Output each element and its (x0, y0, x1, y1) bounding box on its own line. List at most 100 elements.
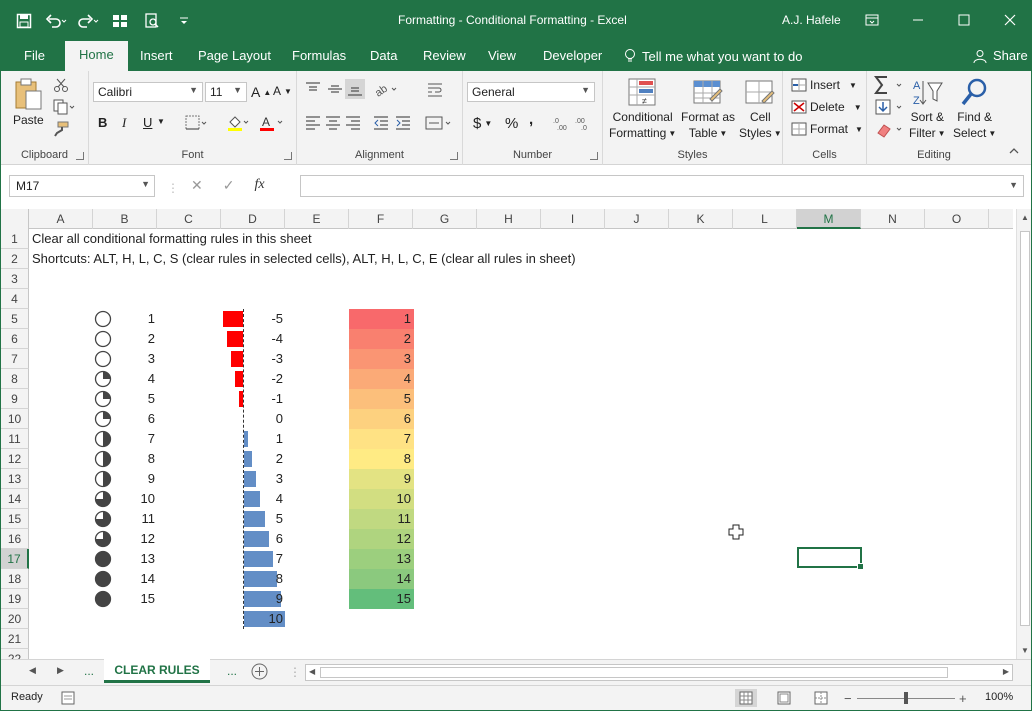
cell-a2[interactable]: Shortcuts: ALT, H, L, C, S (clear rules … (32, 249, 576, 269)
data-bar-value[interactable]: 2 (221, 449, 283, 469)
scroll-down-icon[interactable]: ▼ (1021, 646, 1029, 655)
fill-icon[interactable] (875, 99, 905, 117)
column-header[interactable]: O (925, 209, 989, 229)
select-all-corner[interactable] (1, 209, 29, 229)
data-bar-value[interactable]: 6 (221, 529, 283, 549)
column-header[interactable]: F (349, 209, 413, 229)
insert-cells-button[interactable]: Insert ▼ (791, 77, 857, 93)
scroll-right-icon[interactable]: ▶ (1003, 667, 1009, 676)
row-header[interactable]: 6 (1, 329, 29, 349)
data-bar-value[interactable]: -4 (221, 329, 283, 349)
column-header[interactable]: I (541, 209, 605, 229)
font-size-combo[interactable]: 11 ▼ (205, 82, 247, 102)
font-color-icon[interactable]: A (259, 114, 285, 132)
data-bar-value[interactable]: 4 (221, 489, 283, 509)
tell-me-search[interactable]: Tell me what you want to do (624, 48, 802, 64)
decrease-indent-icon[interactable] (373, 115, 389, 131)
align-left-icon[interactable] (305, 115, 321, 131)
row-header[interactable]: 8 (1, 369, 29, 389)
color-scale-cell[interactable]: 8 (349, 449, 414, 469)
cut-icon[interactable] (53, 77, 69, 93)
icon-set-value[interactable]: 4 (93, 369, 155, 389)
tab-file[interactable]: File (24, 48, 45, 63)
align-center-icon[interactable] (325, 115, 341, 131)
column-header[interactable]: E (285, 209, 349, 229)
sort-filter-button[interactable]: AZ Sort & Filter ▼ (909, 77, 946, 141)
sheets-right-more[interactable]: ... (227, 664, 237, 678)
clipboard-launcher-icon[interactable] (76, 152, 84, 160)
number-format-combo[interactable]: General ▼ (467, 82, 595, 102)
increase-font-icon[interactable]: A ▲ (251, 84, 271, 100)
horizontal-scroll-thumb[interactable] (320, 667, 948, 678)
share-button[interactable]: Share (973, 48, 1028, 63)
decrease-font-icon[interactable]: A ▼ (273, 84, 292, 98)
data-bar-value[interactable]: 3 (221, 469, 283, 489)
comma-button[interactable]: , (529, 111, 533, 128)
delete-cells-button[interactable]: Delete ▼ (791, 99, 862, 115)
scroll-up-icon[interactable]: ▲ (1021, 213, 1029, 222)
middle-align-icon[interactable] (327, 81, 343, 97)
tab-home[interactable]: Home (65, 41, 128, 71)
zoom-out-icon[interactable]: − (844, 691, 852, 706)
vertical-scroll-thumb[interactable] (1020, 231, 1030, 626)
cell-styles-button[interactable]: Cell Styles ▼ (739, 77, 782, 141)
enter-icon[interactable]: ✓ (223, 177, 235, 194)
data-bar-value[interactable]: -5 (221, 309, 283, 329)
row-header-selected[interactable]: 17 (1, 549, 29, 569)
page-layout-view-icon[interactable] (777, 691, 791, 705)
form-icon[interactable] (105, 9, 135, 33)
cancel-icon[interactable]: ✕ (191, 177, 203, 194)
font-launcher-icon[interactable] (284, 152, 292, 160)
color-scale-cell[interactable]: 4 (349, 369, 414, 389)
active-cell-m17[interactable] (797, 547, 864, 570)
tab-split-grip[interactable]: ⋮ (289, 665, 301, 679)
column-header[interactable]: N (861, 209, 925, 229)
row-header[interactable]: 2 (1, 249, 29, 269)
scroll-left-icon[interactable]: ◀ (309, 667, 315, 676)
data-bar-value[interactable]: 0 (221, 409, 283, 429)
format-cells-button[interactable]: Format ▼ (791, 121, 863, 137)
tab-page-layout[interactable]: Page Layout (198, 48, 271, 63)
icon-set-value[interactable]: 8 (93, 449, 155, 469)
row-header[interactable]: 20 (1, 609, 29, 629)
minimize-icon[interactable] (895, 1, 941, 39)
bold-button[interactable]: B (98, 115, 107, 130)
data-bar-value[interactable]: -2 (221, 369, 283, 389)
column-header[interactable]: K (669, 209, 733, 229)
tab-data[interactable]: Data (370, 48, 397, 63)
row-header[interactable]: 18 (1, 569, 29, 589)
color-scale-cell[interactable]: 6 (349, 409, 414, 429)
increase-decimal-icon[interactable]: .0.00 (553, 115, 571, 131)
merge-center-icon[interactable] (425, 115, 453, 131)
column-header-selected[interactable]: M (797, 209, 861, 229)
autosum-icon[interactable] (873, 75, 905, 95)
color-scale-cell[interactable]: 2 (349, 329, 414, 349)
row-header[interactable]: 16 (1, 529, 29, 549)
underline-button[interactable]: U (143, 115, 152, 130)
prev-sheet-icon[interactable]: ◀ (29, 665, 36, 676)
horizontal-scrollbar[interactable]: ◀ ▶ (305, 664, 1013, 681)
wrap-text-icon[interactable] (427, 81, 443, 97)
borders-icon[interactable] (185, 115, 209, 131)
row-header[interactable]: 11 (1, 429, 29, 449)
row-header[interactable]: 21 (1, 629, 29, 649)
data-bar-value[interactable]: 7 (221, 549, 283, 569)
row-header[interactable]: 14 (1, 489, 29, 509)
worksheet-grid[interactable]: A B C D E F G H I J K L M N O 1234567891… (1, 209, 1031, 669)
increase-indent-icon[interactable] (395, 115, 411, 131)
zoom-level[interactable]: 100% (985, 691, 1013, 703)
data-bar-value[interactable]: -3 (221, 349, 283, 369)
number-launcher-icon[interactable] (590, 152, 598, 160)
row-header[interactable]: 1 (1, 229, 29, 249)
icon-set-value[interactable]: 3 (93, 349, 155, 369)
currency-button[interactable]: $ ▼ (473, 115, 492, 132)
data-bar-value[interactable]: 1 (221, 429, 283, 449)
italic-button[interactable]: I (122, 115, 126, 131)
column-header[interactable]: D (221, 209, 285, 229)
icon-set-value[interactable]: 9 (93, 469, 155, 489)
data-bar-value[interactable]: 9 (221, 589, 283, 609)
sheets-left-more[interactable]: ... (84, 664, 94, 678)
decrease-decimal-icon[interactable]: .00.0 (575, 115, 593, 131)
column-header[interactable]: G (413, 209, 477, 229)
column-header[interactable]: A (29, 209, 93, 229)
